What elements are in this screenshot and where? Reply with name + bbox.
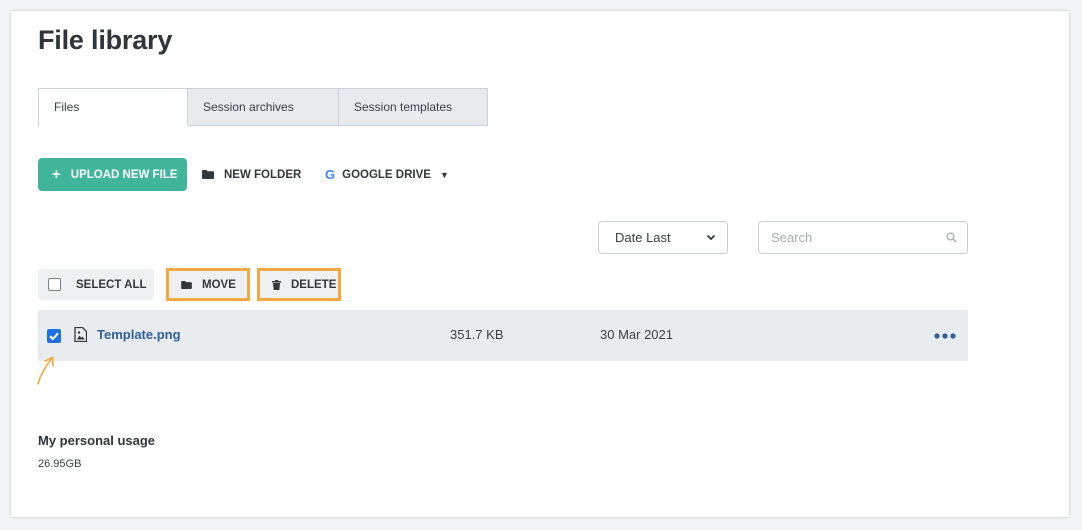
pointer-arrow-icon (37, 356, 54, 385)
caret-down-icon: ▼ (439, 169, 449, 180)
google-drive-dropdown[interactable]: G GOOGLE DRIVE ▼ (325, 158, 449, 191)
move-label: MOVE (202, 278, 236, 291)
file-name-link[interactable]: Template.png (97, 327, 181, 342)
search-input[interactable] (759, 222, 941, 253)
usage-title: My personal usage (38, 433, 156, 448)
checkmark-icon (49, 332, 59, 341)
upload-new-file-button[interactable]: + UPLOAD NEW FILE (38, 158, 187, 191)
delete-button[interactable]: DELETE (257, 268, 341, 301)
folder-icon (202, 170, 214, 179)
tab-bar: Files Session archives Session templates (38, 88, 488, 127)
sort-select[interactable]: Date Last (598, 221, 728, 254)
move-button[interactable]: MOVE (166, 268, 250, 301)
new-folder-label: NEW FOLDER (224, 168, 302, 181)
file-checkbox[interactable] (47, 329, 61, 343)
file-date: 30 Mar 2021 (600, 327, 673, 342)
select-all-label: SELECT ALL (76, 278, 147, 291)
tab-files[interactable]: Files (38, 88, 188, 126)
file-size: 351.7 KB (450, 327, 504, 342)
folder-icon (181, 280, 192, 289)
tab-session-archives[interactable]: Session archives (188, 88, 339, 126)
search-icon (946, 232, 957, 243)
tab-session-templates[interactable]: Session templates (339, 88, 488, 126)
search-box (758, 221, 968, 254)
google-drive-label: GOOGLE DRIVE (342, 168, 431, 181)
select-all-checkbox[interactable] (48, 278, 61, 291)
upload-label: UPLOAD NEW FILE (70, 168, 178, 181)
delete-label: DELETE (291, 278, 337, 291)
google-icon: G (325, 167, 336, 182)
file-row[interactable]: Template.png 351.7 KB 30 Mar 2021 (38, 310, 968, 361)
plus-icon: + (52, 166, 61, 183)
image-file-icon (74, 327, 87, 342)
trash-icon (272, 279, 281, 290)
usage-value: 26.95GB (38, 458, 82, 470)
chevron-down-icon (706, 234, 716, 241)
more-options-icon[interactable] (934, 333, 956, 339)
file-library-panel: File library Files Session archives Sess… (11, 11, 1069, 517)
sort-selected-value: Date Last (615, 230, 671, 245)
select-all-button[interactable]: SELECT ALL (38, 269, 154, 300)
page-title: File library (38, 25, 173, 55)
new-folder-button[interactable]: NEW FOLDER (202, 158, 301, 191)
